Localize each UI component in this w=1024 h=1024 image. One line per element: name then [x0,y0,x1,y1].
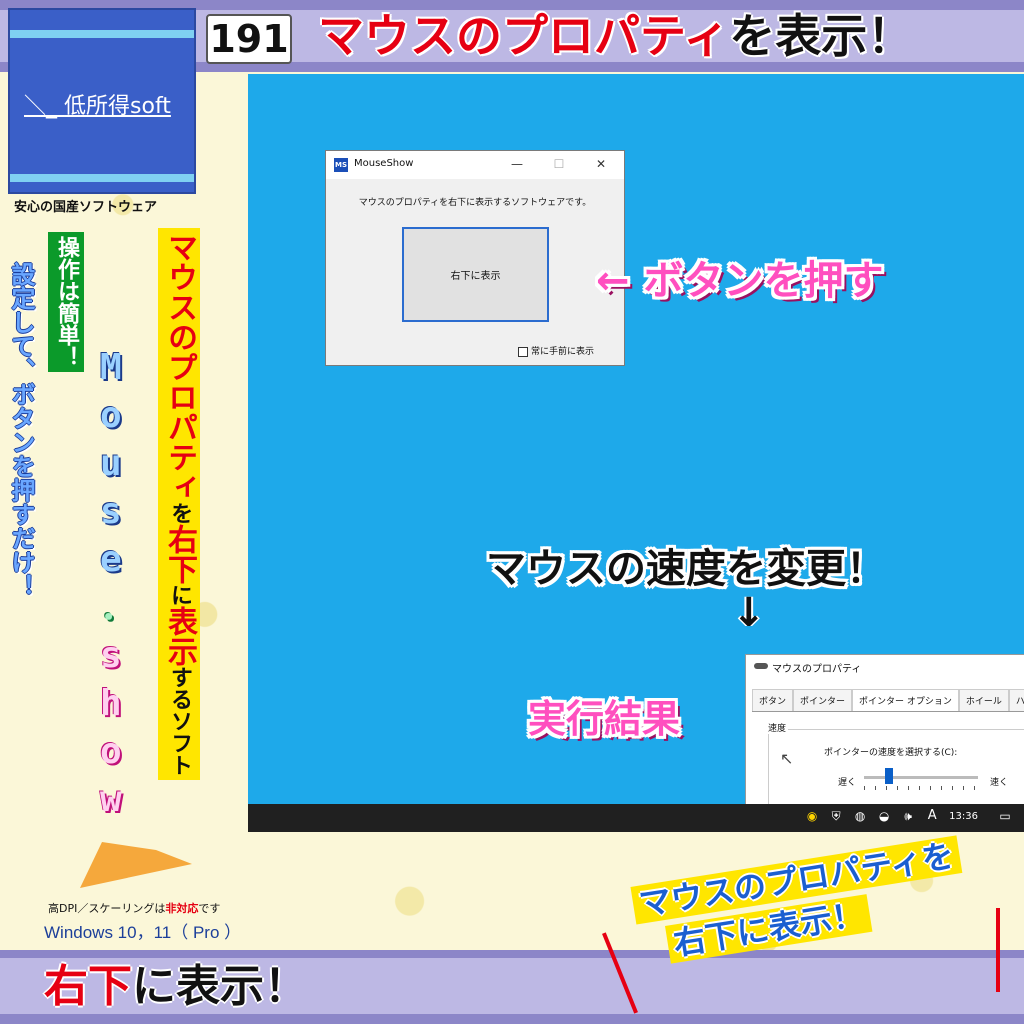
press-button-caption: ← ボタンを押す [596,258,884,304]
product-letter: o [100,731,122,772]
maximize-button[interactable]: ☐ [548,155,570,173]
app-tray-icon[interactable]: ◉ [805,809,819,823]
feature-text: マウスのプロパティ [162,232,197,502]
product-name-vertical: M o u s e ． s h o w [100,344,148,824]
product-letter: u [100,443,122,484]
brand-text: 低所得soft [64,94,171,119]
taskbar: ◉ ⛨ ◍ ◒ 🕪 A 13:36 ▭ [248,804,1024,832]
tab-pointers[interactable]: ポインター [793,689,853,712]
pointer-speed-label: ポインターの速度を選択する(C): [824,748,958,758]
product-letter: ． [100,587,137,628]
dialog-title: マウスのプロパティ [772,664,862,675]
tab-pointer-options[interactable]: ポインター オプション [852,689,959,712]
window-description: マウスのプロパティを右下に表示するソフトウェアです。 [358,198,592,208]
tab-wheel[interactable]: ホイール [958,689,1009,712]
tab-buttons[interactable]: ボタン [752,689,794,712]
always-on-top-checkbox[interactable]: 常に手前に表示 [518,344,594,357]
slider-ticks [864,786,978,790]
speed-group-label: 速度 [766,721,789,734]
bottom-title-rest: に表示！ [132,961,308,1012]
shadow-shape-icon [80,842,192,888]
slow-label: 遅く [838,778,857,788]
window-title: MouseShow [354,158,414,169]
down-arrow-icon: ↓ [732,590,766,636]
brand-name: ＼_ 低所得soft [24,88,194,120]
episode-number: 191 [206,14,292,64]
feature-text: を [167,502,192,524]
product-letter: e [100,539,122,580]
mouseshow-window[interactable]: MS MouseShow — ☐ ✕ マウスのプロパティを右下に表示するソフトウ… [325,150,625,366]
result-caption: 実行結果 [528,697,681,741]
bottom-title-highlight: 右下 [44,961,132,1012]
os-requirement: Windows 10，11（ Pro ） [44,923,242,942]
product-letter: h [100,683,122,724]
fast-label: 速く [990,778,1009,788]
minimize-button[interactable]: — [506,155,528,173]
dpi-note-unsupported: 非対応 [165,902,199,915]
checkbox-icon[interactable] [518,346,528,357]
show-bottom-right-button[interactable]: 右下に表示 [402,227,549,322]
sticker-line-right [996,908,1000,992]
change-speed-caption: マウスの速度を変更！ [486,546,886,592]
brand-logo: ＼_ 低所得soft [8,8,196,194]
product-letter: s [100,635,122,676]
dpi-note-text: 高DPI／スケーリングは [48,902,166,915]
page-title: マウスのプロパティを表示！ [318,6,913,66]
dpi-note: 高DPI／スケーリングは非対応です [48,900,220,916]
feature-vertical: マウスのプロパティを右下に表示するソフト [158,228,200,780]
app-icon: MS [334,158,348,172]
notification-icon[interactable]: ▭ [998,809,1012,823]
brand-mark-icon: ＼_ [24,94,58,119]
product-letter: w [100,779,122,820]
clock[interactable]: 13:36 [949,811,978,822]
feature-text: 右下 [162,524,197,584]
feature-text: するソフト [167,666,192,776]
feature-text: に [167,584,192,606]
speaker-icon[interactable]: 🕪 [901,809,915,823]
bottom-title: 右下に表示！ [44,956,308,1018]
mouse-icon [754,663,768,669]
people-icon[interactable]: ◒ [877,809,891,823]
network-globe-icon[interactable]: ◍ [853,809,867,823]
title-rest: を表示！ [729,9,914,63]
speed-slider-track[interactable] [864,776,978,779]
shield-icon[interactable]: ⛨ [829,809,843,823]
system-tray: ◉ ⛨ ◍ ◒ 🕪 A 13:36 ▭ [805,809,1012,824]
pointer-speed-icon: ↖ [780,749,794,768]
title-highlight: マウスのプロパティ [318,9,730,63]
easy-operation-badge: 操作は簡単！ [48,232,84,372]
window-titlebar[interactable]: MS MouseShow — ☐ ✕ [326,151,624,179]
checkbox-label: 常に手前に表示 [531,347,595,357]
ime-indicator[interactable]: A [925,809,939,823]
mouse-properties-dialog[interactable]: マウスのプロパティ ボタン ポインター ポインター オプション ホイール ハード… [745,654,1024,804]
speed-slider-thumb[interactable] [885,768,894,784]
product-letter: o [100,395,122,436]
product-letter: s [100,491,122,532]
product-letter: M [100,347,122,388]
dialog-tabs: ボタン ポインター ポインター オプション ホイール ハード [752,689,1024,712]
speed-groupbox [768,729,1024,804]
feature-text: 表示 [162,606,197,666]
dpi-note-text: です [198,902,221,915]
brand-tagline: 安心の国産ソフトウェア [14,200,158,215]
close-button[interactable]: ✕ [590,155,612,173]
instruction-vertical: 設定して、ボタンを押すだけ！ [7,262,35,598]
tab-hardware[interactable]: ハード [1008,689,1024,712]
